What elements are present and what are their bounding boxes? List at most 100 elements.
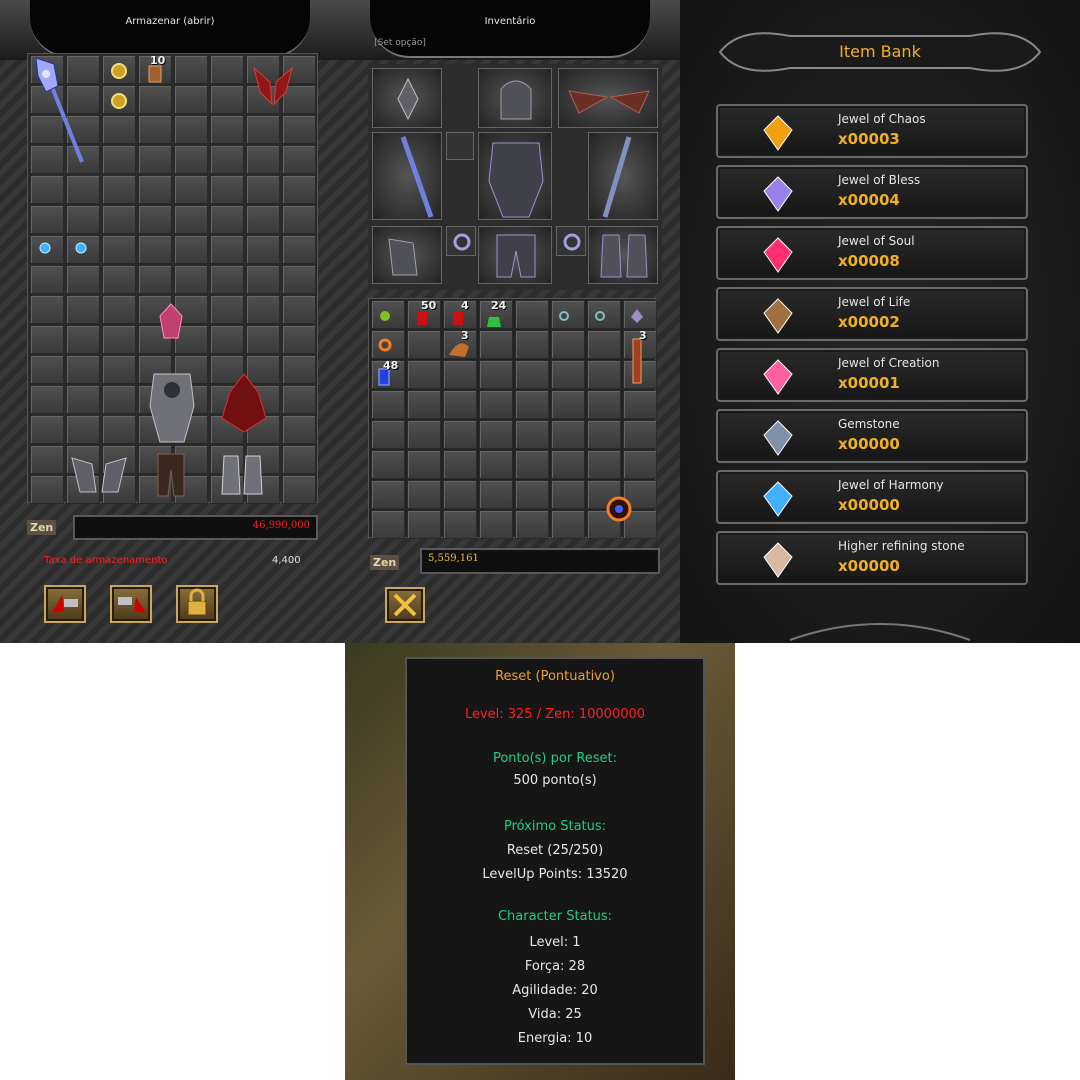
- grid-cell[interactable]: [515, 330, 549, 359]
- ring-left-slot[interactable]: [446, 226, 476, 256]
- gold-coin-icon[interactable]: [110, 62, 128, 80]
- grid-cell[interactable]: [282, 295, 316, 324]
- grid-cell[interactable]: [407, 480, 441, 509]
- grid-cell[interactable]: [174, 235, 208, 264]
- grid-cell[interactable]: [443, 420, 477, 449]
- grid-cell[interactable]: [30, 355, 64, 384]
- storage-grid[interactable]: 10: [27, 53, 318, 504]
- grid-cell[interactable]: [246, 325, 280, 354]
- grid-cell[interactable]: [210, 175, 244, 204]
- grid-cell[interactable]: [210, 55, 244, 84]
- deposit-zen-button[interactable]: [44, 585, 86, 623]
- armor-icon[interactable]: [144, 366, 200, 446]
- grid-cell[interactable]: [479, 510, 513, 539]
- grid-cell[interactable]: [102, 265, 136, 294]
- grid-cell[interactable]: [30, 325, 64, 354]
- ring-right-slot[interactable]: [556, 226, 586, 256]
- bank-item-row[interactable]: Jewel of Soul x00008: [716, 226, 1028, 280]
- grid-cell[interactable]: [174, 265, 208, 294]
- grid-cell[interactable]: [30, 475, 64, 504]
- grid-cell[interactable]: [174, 115, 208, 144]
- grid-cell[interactable]: [30, 175, 64, 204]
- grid-cell[interactable]: [371, 390, 405, 419]
- grid-cell[interactable]: [282, 475, 316, 504]
- pet-slot[interactable]: [446, 132, 474, 160]
- grid-cell[interactable]: [407, 330, 441, 359]
- bank-item-row[interactable]: Jewel of Harmony x00000: [716, 470, 1028, 524]
- grid-cell[interactable]: [479, 390, 513, 419]
- grid-cell[interactable]: [282, 265, 316, 294]
- grid-cell[interactable]: [246, 175, 280, 204]
- grid-cell[interactable]: [174, 55, 208, 84]
- bank-item-row[interactable]: Higher refining stone x00000: [716, 531, 1028, 585]
- grid-cell[interactable]: [551, 450, 585, 479]
- grid-cell[interactable]: [407, 390, 441, 419]
- grid-cell[interactable]: [30, 445, 64, 474]
- pendant-slot[interactable]: [372, 68, 442, 128]
- grid-cell[interactable]: [210, 235, 244, 264]
- grid-cell[interactable]: [479, 450, 513, 479]
- grid-cell[interactable]: [210, 325, 244, 354]
- blue-orb-icon[interactable]: [38, 241, 52, 255]
- grid-cell[interactable]: [210, 295, 244, 324]
- grid-cell[interactable]: [587, 360, 621, 389]
- grid-cell[interactable]: [30, 385, 64, 414]
- grid-cell[interactable]: [443, 450, 477, 479]
- lock-storage-button[interactable]: [176, 585, 218, 623]
- grid-cell[interactable]: [515, 390, 549, 419]
- grid-cell[interactable]: [551, 360, 585, 389]
- grid-cell[interactable]: [210, 85, 244, 114]
- grid-cell[interactable]: [282, 115, 316, 144]
- grid-cell[interactable]: [210, 115, 244, 144]
- grid-cell[interactable]: [66, 355, 100, 384]
- grid-cell[interactable]: [30, 205, 64, 234]
- grid-cell[interactable]: [587, 330, 621, 359]
- armor-slot[interactable]: [478, 132, 552, 220]
- grid-cell[interactable]: [282, 445, 316, 474]
- apple-icon[interactable]: [377, 307, 393, 323]
- grid-cell[interactable]: [102, 415, 136, 444]
- grid-cell[interactable]: [551, 330, 585, 359]
- grid-cell[interactable]: [30, 295, 64, 324]
- grid-cell[interactable]: [102, 385, 136, 414]
- grid-cell[interactable]: [138, 265, 172, 294]
- grid-cell[interactable]: [210, 265, 244, 294]
- grid-cell[interactable]: [174, 85, 208, 114]
- grid-cell[interactable]: [66, 325, 100, 354]
- grid-cell[interactable]: [407, 510, 441, 539]
- grid-cell[interactable]: [371, 450, 405, 479]
- grid-cell[interactable]: [443, 510, 477, 539]
- grid-cell[interactable]: [587, 390, 621, 419]
- wings-slot[interactable]: [558, 68, 658, 128]
- gold-coin-icon[interactable]: [110, 92, 128, 110]
- grid-cell[interactable]: [515, 450, 549, 479]
- wings-icon[interactable]: [250, 64, 296, 108]
- grid-cell[interactable]: [138, 205, 172, 234]
- withdraw-zen-button[interactable]: [110, 585, 152, 623]
- grid-cell[interactable]: [479, 480, 513, 509]
- grid-cell[interactable]: [138, 175, 172, 204]
- grid-cell[interactable]: [479, 330, 513, 359]
- grid-cell[interactable]: [246, 205, 280, 234]
- boots-icon[interactable]: [218, 452, 266, 498]
- eye-orb-icon[interactable]: [601, 491, 637, 527]
- bank-item-row[interactable]: Jewel of Creation x00001: [716, 348, 1028, 402]
- grid-cell[interactable]: [30, 265, 64, 294]
- grid-cell[interactable]: [479, 360, 513, 389]
- grid-cell[interactable]: [246, 145, 280, 174]
- grid-cell[interactable]: [515, 360, 549, 389]
- pink-crystal-icon[interactable]: [154, 302, 188, 342]
- bank-item-row[interactable]: Gemstone x00000: [716, 409, 1028, 463]
- ring-icon[interactable]: [593, 309, 607, 323]
- grid-cell[interactable]: [371, 480, 405, 509]
- grid-cell[interactable]: [443, 480, 477, 509]
- grid-cell[interactable]: [371, 420, 405, 449]
- helmet-slot[interactable]: [478, 68, 552, 128]
- grid-cell[interactable]: [282, 205, 316, 234]
- grid-cell[interactable]: [551, 390, 585, 419]
- grid-cell[interactable]: [246, 115, 280, 144]
- left-weapon-slot[interactable]: [372, 132, 442, 220]
- grid-cell[interactable]: [174, 145, 208, 174]
- grid-cell[interactable]: [587, 420, 621, 449]
- grid-cell[interactable]: [174, 175, 208, 204]
